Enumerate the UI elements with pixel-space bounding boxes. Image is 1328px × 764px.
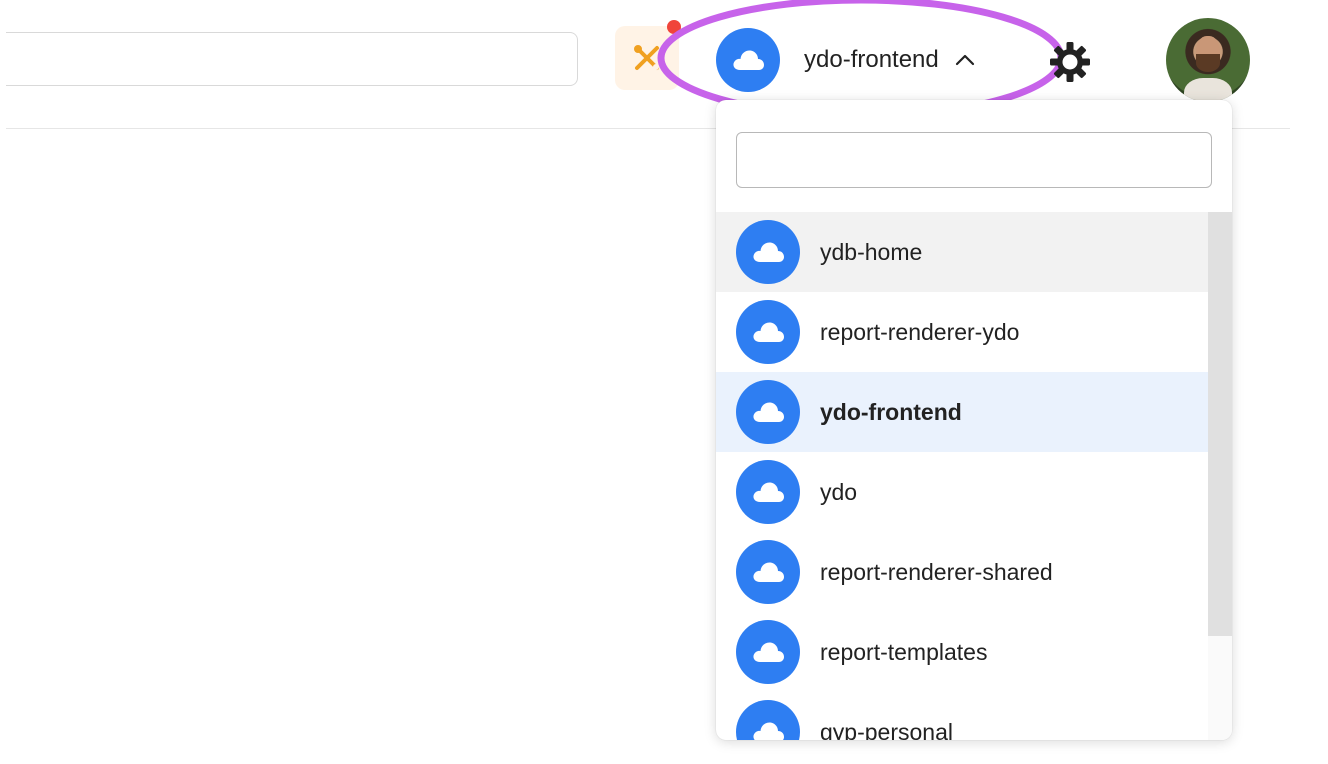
- cloud-icon: [736, 380, 800, 444]
- cloud-icon: [736, 300, 800, 364]
- list-item[interactable]: report-renderer-shared: [716, 532, 1208, 612]
- list-item-label: ydb-home: [820, 238, 923, 265]
- cloud-icon: [736, 220, 800, 284]
- project-list: ydb-home report-renderer-ydo ydo-fronten…: [716, 212, 1208, 740]
- notification-badge: [667, 20, 681, 34]
- avatar-shirt: [1184, 78, 1232, 102]
- search-input[interactable]: [6, 32, 578, 86]
- project-dropdown: ydb-home report-renderer-ydo ydo-fronten…: [716, 100, 1232, 740]
- avatar-beard: [1196, 54, 1220, 72]
- cloud-icon: [736, 540, 800, 604]
- tools-icon: [634, 45, 659, 70]
- cloud-icon: [716, 28, 780, 92]
- project-search-input[interactable]: [736, 132, 1212, 188]
- list-item[interactable]: report-renderer-ydo: [716, 292, 1208, 372]
- list-item[interactable]: report-templates: [716, 612, 1208, 692]
- list-item-label: report-renderer-shared: [820, 558, 1053, 585]
- cloud-icon: [736, 460, 800, 524]
- cloud-icon: [736, 700, 800, 740]
- gear-icon[interactable]: [1048, 40, 1092, 84]
- current-project-label: ydo-frontend: [804, 46, 939, 73]
- project-switcher-button[interactable]: ydo-frontend: [716, 28, 1016, 92]
- chevron-up-icon: [955, 54, 974, 66]
- list-item[interactable]: ydo: [716, 452, 1208, 532]
- tools-button[interactable]: [615, 26, 679, 90]
- list-item-label: gyp-personal: [820, 718, 953, 741]
- list-item-label: report-templates: [820, 638, 988, 665]
- list-item-label: report-renderer-ydo: [820, 318, 1020, 345]
- list-item[interactable]: ydo-frontend: [716, 372, 1208, 452]
- user-avatar[interactable]: [1166, 18, 1250, 102]
- cloud-icon: [736, 620, 800, 684]
- list-item[interactable]: gyp-personal: [716, 692, 1208, 740]
- scrollbar-thumb[interactable]: [1208, 212, 1232, 636]
- list-item-label: ydo-frontend: [820, 398, 962, 425]
- scrollbar[interactable]: [1208, 212, 1232, 740]
- list-item[interactable]: ydb-home: [716, 212, 1208, 292]
- list-item-label: ydo: [820, 478, 858, 505]
